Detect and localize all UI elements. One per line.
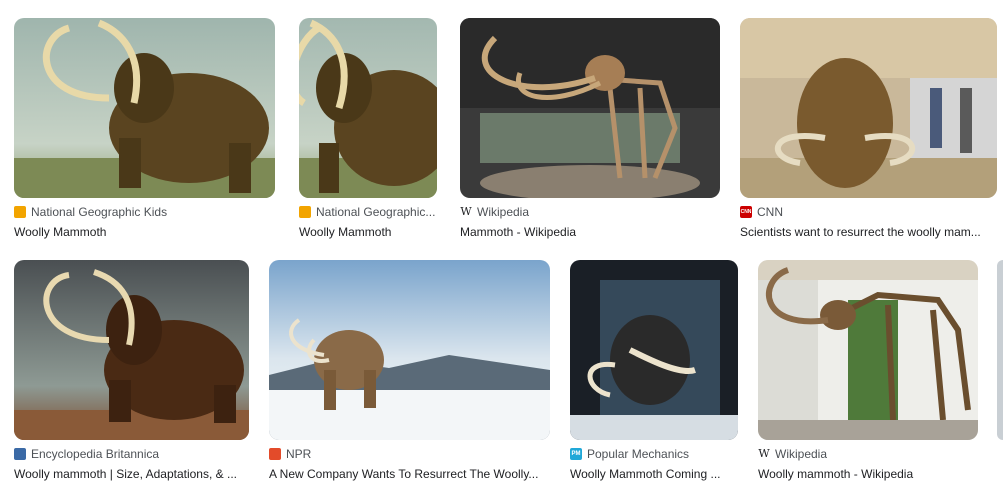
image-result[interactable]: CNN CNN Scientists want to resurrect the… [740,18,997,239]
result-title[interactable]: Mammoth - Wikipedia [460,225,720,239]
source-name: Wikipedia [477,205,530,219]
result-source[interactable]: W Wikipedia [460,205,720,219]
image-result[interactable]: National Geographic... Woolly Mammoth [299,18,437,239]
result-source[interactable]: CNN CNN [740,205,997,219]
result-title[interactable]: Woolly mammoth - Wikipedia [758,467,978,481]
result-title[interactable]: Scientists want to resurrect the woolly … [740,225,997,239]
source-name: NPR [286,447,312,461]
result-title[interactable]: A New Company Wants To Resurrect The Woo… [269,467,550,481]
result-thumbnail[interactable] [14,18,275,198]
popular-mechanics-icon: PM [570,448,582,460]
image-result-partial[interactable] [997,260,1003,440]
britannica-icon [14,448,26,460]
result-source[interactable]: National Geographic Kids [14,205,275,219]
image-result[interactable]: W Wikipedia Mammoth - Wikipedia [460,18,720,239]
natgeo-kids-icon [14,206,26,218]
wikipedia-icon: W [460,205,472,218]
result-source[interactable]: PM Popular Mechanics [570,447,738,461]
image-result[interactable]: National Geographic Kids Woolly Mammoth [14,18,275,239]
image-result[interactable]: PM Popular Mechanics Woolly Mammoth Comi… [570,260,738,481]
image-result[interactable]: NPR A New Company Wants To Resurrect The… [269,260,550,481]
result-title[interactable]: Woolly Mammoth [299,225,437,239]
source-name: CNN [757,205,783,219]
result-thumbnail[interactable] [460,18,720,198]
source-name: Popular Mechanics [587,447,690,461]
result-title[interactable]: Woolly Mammoth [14,225,275,239]
source-name: National Geographic Kids [31,205,168,219]
image-result[interactable]: Encyclopedia Britannica Woolly mammoth |… [14,260,249,481]
result-thumbnail[interactable] [299,18,437,198]
image-result[interactable]: W Wikipedia Woolly mammoth - Wikipedia [758,260,978,481]
npr-icon [269,448,281,460]
result-source[interactable]: National Geographic... [299,205,437,219]
source-name: Wikipedia [775,447,828,461]
result-thumbnail[interactable] [269,260,550,440]
result-title[interactable]: Woolly mammoth | Size, Adaptations, & ..… [14,467,249,481]
result-thumbnail[interactable] [758,260,978,440]
source-name: National Geographic... [316,205,436,219]
cnn-icon: CNN [740,206,752,218]
result-thumbnail[interactable] [570,260,738,440]
result-thumbnail[interactable] [14,260,249,440]
result-source[interactable]: NPR [269,447,550,461]
result-thumbnail[interactable] [740,18,997,198]
result-source[interactable]: Encyclopedia Britannica [14,447,249,461]
result-title[interactable]: Woolly Mammoth Coming ... [570,467,738,481]
wikipedia-icon: W [758,447,770,460]
source-name: Encyclopedia Britannica [31,447,160,461]
result-thumbnail[interactable] [997,260,1003,440]
result-source[interactable]: W Wikipedia [758,447,978,461]
natgeo-kids-icon [299,206,311,218]
